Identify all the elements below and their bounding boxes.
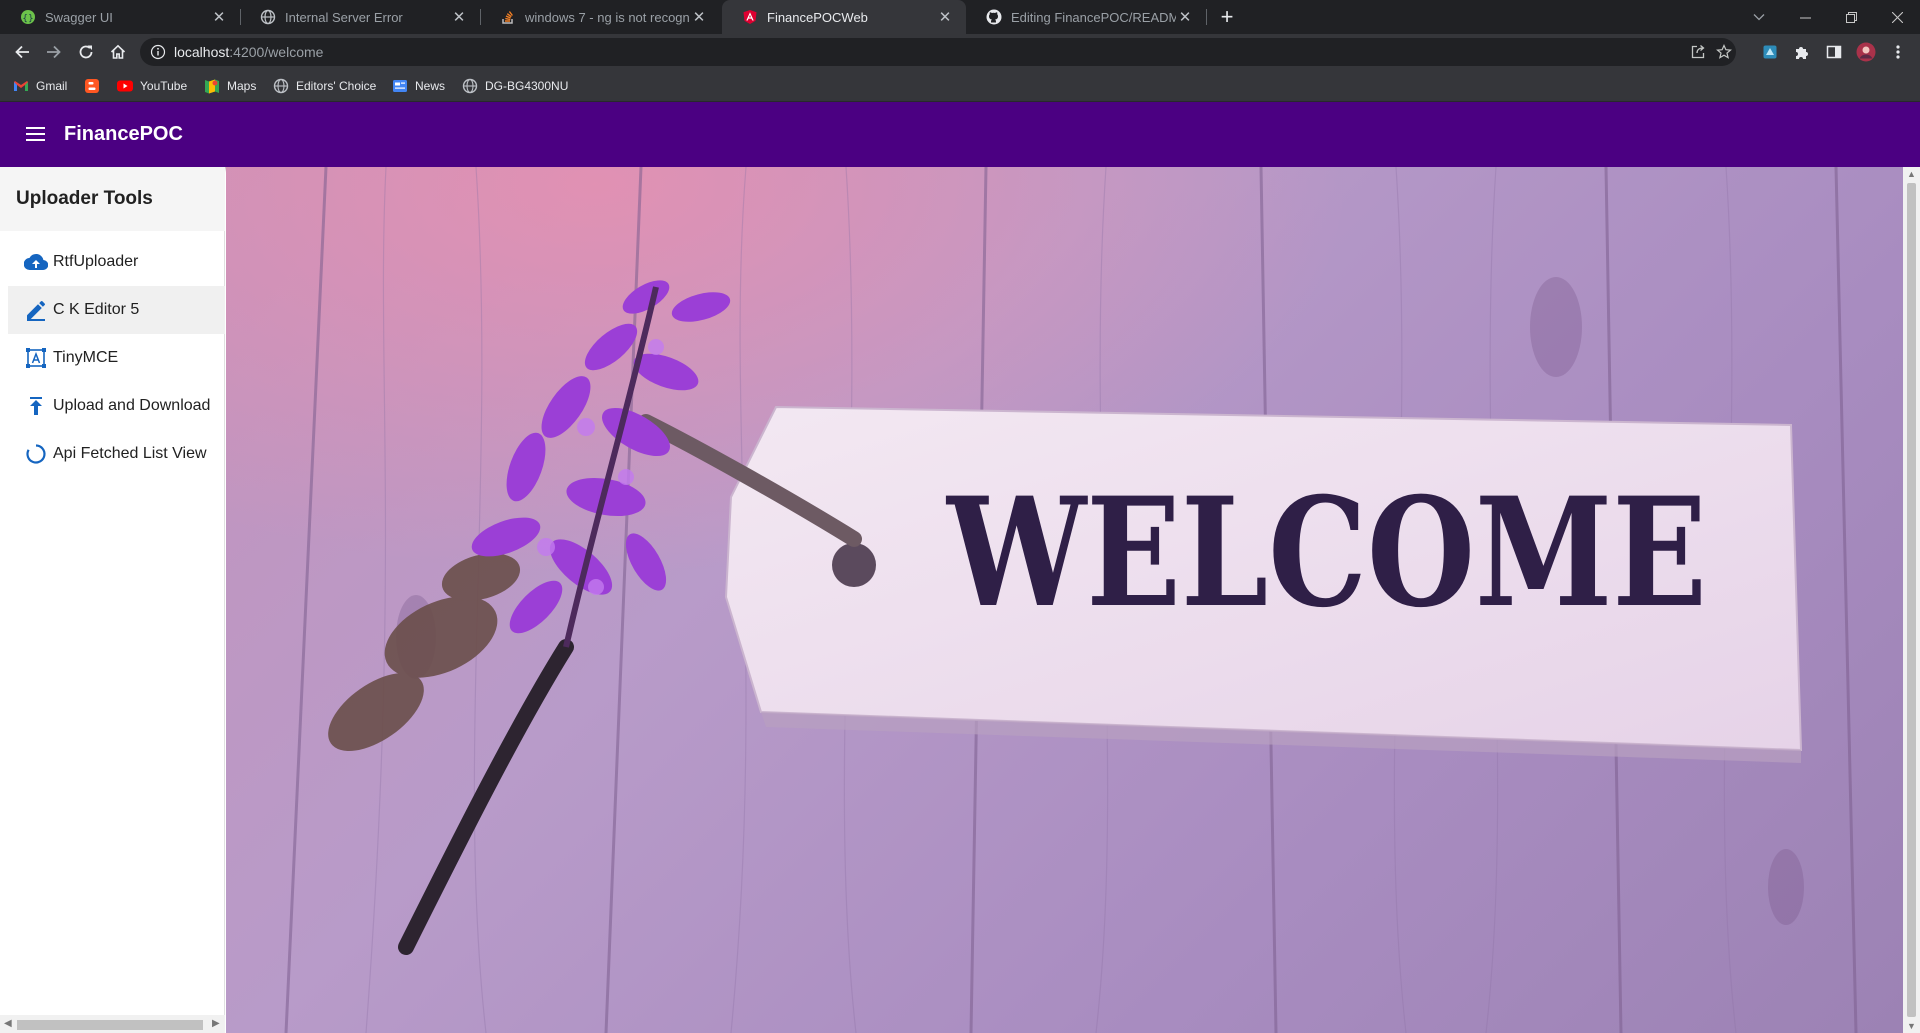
globe-icon <box>273 78 289 94</box>
gmail-icon <box>13 78 29 94</box>
cloud-upload-icon <box>24 250 48 274</box>
close-icon[interactable]: ✕ <box>690 8 708 26</box>
bookmark-dg-bg4300nu[interactable]: DG-BG4300NU <box>462 77 568 95</box>
reload-icon[interactable] <box>72 38 100 66</box>
sidebar-item-api-fetched-list-view[interactable]: Api Fetched List View <box>8 430 225 478</box>
share-icon[interactable] <box>1688 42 1708 62</box>
bookmark-label: Gmail <box>36 79 68 93</box>
sidebar-item-label: Api Fetched List View <box>53 445 207 462</box>
sidebar-item-ck-editor-5[interactable]: C K Editor 5 <box>8 286 225 334</box>
text-box-icon <box>24 346 48 370</box>
sidebar-header: Uploader Tools <box>0 167 225 231</box>
welcome-text: WELCOME <box>945 465 1707 641</box>
welcome-banner: WELCOME <box>226 167 1903 1033</box>
sidebar-heading: Uploader Tools <box>16 188 153 209</box>
scroll-down-icon[interactable]: ▼ <box>1907 1021 1916 1031</box>
edit-pencil-icon <box>24 298 48 322</box>
new-tab-button[interactable]: + <box>1214 4 1240 30</box>
bookmark-label: DG-BG4300NU <box>485 79 569 93</box>
bookmark-maps[interactable]: Maps <box>204 77 256 95</box>
bookmark-editors-choice[interactable]: Editors' Choice <box>273 77 376 95</box>
loading-circle-icon <box>24 442 48 466</box>
back-arrow-icon[interactable] <box>8 38 36 66</box>
sidebar-item-upload-and-download[interactable]: Upload and Download <box>8 382 225 430</box>
stackoverflow-icon <box>500 9 516 25</box>
scrollbar-thumb[interactable] <box>17 1020 203 1030</box>
scroll-right-icon[interactable]: ▶ <box>212 1018 220 1029</box>
tab-title: Internal Server Error <box>285 9 403 25</box>
bookmark-news[interactable]: News <box>392 77 445 95</box>
forward-arrow-icon[interactable] <box>40 38 68 66</box>
swagger-icon: {} <box>20 9 36 25</box>
scrollbar-thumb[interactable] <box>1907 183 1916 1017</box>
tab-internal-server-error[interactable]: Internal Server Error ✕ <box>240 0 480 34</box>
bookmark-label: Editors' Choice <box>296 79 377 93</box>
app-header: FinancePOC <box>0 102 1920 167</box>
restore-icon[interactable] <box>1828 0 1874 34</box>
home-icon[interactable] <box>104 38 132 66</box>
site-info-icon[interactable] <box>150 44 166 60</box>
profile-avatar-icon[interactable] <box>1852 38 1880 66</box>
vertical-scrollbar[interactable]: ▲ ▼ <box>1903 167 1920 1033</box>
tab-stackoverflow[interactable]: windows 7 - ng is not recognized ✕ <box>480 0 720 34</box>
extensions-puzzle-icon[interactable] <box>1788 38 1816 66</box>
globe-icon <box>462 78 478 94</box>
bookmark-star-icon[interactable] <box>1714 42 1734 62</box>
tab-title: Editing FinancePOC/README.md <box>1011 9 1176 25</box>
tab-search-icon[interactable] <box>1736 0 1782 34</box>
bookmark-blogger[interactable] <box>84 77 107 95</box>
browser-toolbar: localhost:4200/welcome <box>0 34 1920 70</box>
globe-icon <box>260 9 276 25</box>
url-path: :4200/welcome <box>229 44 324 60</box>
close-icon[interactable]: ✕ <box>936 8 954 26</box>
youtube-icon <box>117 78 133 94</box>
side-panel-icon[interactable] <box>1820 38 1848 66</box>
bookmark-label: News <box>415 79 446 93</box>
tab-swagger-ui[interactable]: {} Swagger UI ✕ <box>0 0 240 34</box>
app-title: FinancePOC <box>64 123 183 145</box>
minimize-icon[interactable] <box>1782 0 1828 34</box>
close-icon[interactable]: ✕ <box>210 8 228 26</box>
blogger-icon <box>84 78 100 94</box>
tab-title: windows 7 - ng is not recognized <box>525 9 690 25</box>
close-icon[interactable]: ✕ <box>450 8 468 26</box>
bookmark-gmail[interactable]: Gmail <box>13 77 67 95</box>
maps-icon <box>204 78 220 94</box>
sidebar-item-label: TinyMCE <box>53 349 119 366</box>
bookmarks-bar: Gmail YouTube Maps Editors' Choice News <box>0 70 1920 102</box>
sidebar-item-rtfuploader[interactable]: RtfUploader <box>8 238 225 286</box>
sidebar-item-tinymce[interactable]: TinyMCE <box>8 334 225 382</box>
upload-arrow-icon <box>24 394 48 418</box>
sidebar-item-label: C K Editor 5 <box>53 301 140 318</box>
hamburger-menu-icon[interactable] <box>22 122 50 146</box>
sidebar-item-label: Upload and Download <box>53 397 211 414</box>
sidebar: Uploader Tools RtfUploader C K Editor 5 … <box>0 167 225 1033</box>
horizontal-scrollbar[interactable]: ◀ ▶ <box>0 1015 225 1033</box>
more-menu-icon[interactable] <box>1884 38 1912 66</box>
bookmark-youtube[interactable]: YouTube <box>117 77 187 95</box>
tab-github-readme[interactable]: Editing FinancePOC/README.md ✕ <box>966 0 1206 34</box>
welcome-image: WELCOME <box>226 167 1903 1033</box>
scroll-up-icon[interactable]: ▲ <box>1907 169 1916 179</box>
tab-financepocweb[interactable]: FinancePOCWeb ✕ <box>722 0 966 34</box>
browser-tab-strip: {} Swagger UI ✕ Internal Server Error ✕ … <box>0 0 1920 34</box>
close-window-icon[interactable] <box>1874 0 1920 34</box>
github-icon <box>986 9 1002 25</box>
svg-text:{}: {} <box>22 14 33 24</box>
url-text: localhost:4200/welcome <box>174 44 323 60</box>
bookmark-label: YouTube <box>140 79 188 93</box>
tab-title: FinancePOCWeb <box>767 9 868 25</box>
angular-icon <box>742 9 758 25</box>
address-bar[interactable]: localhost:4200/welcome <box>140 38 1736 66</box>
tab-separator <box>1206 9 1207 25</box>
news-icon <box>392 78 408 94</box>
url-host: localhost <box>174 44 230 60</box>
scroll-left-icon[interactable]: ◀ <box>4 1018 12 1029</box>
extension-tile-icon[interactable] <box>1756 38 1784 66</box>
close-icon[interactable]: ✕ <box>1176 8 1194 26</box>
sidebar-item-label: RtfUploader <box>53 253 139 270</box>
bookmark-label: Maps <box>227 79 257 93</box>
tab-title: Swagger UI <box>45 9 113 25</box>
